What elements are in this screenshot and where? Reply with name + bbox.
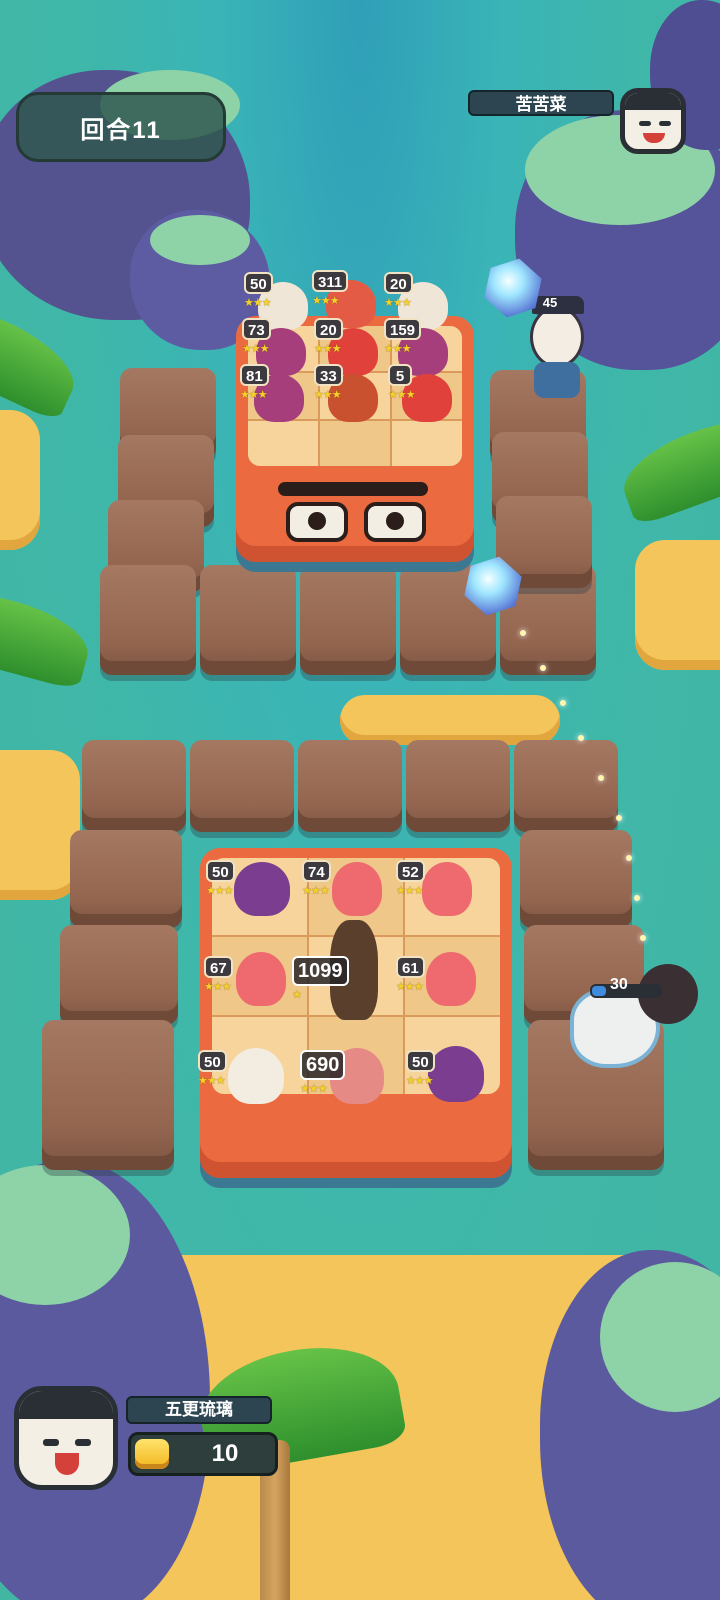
trail-dot [560, 700, 566, 706]
enemy-hp-label: 30 [610, 976, 628, 993]
unit-stars: ★★★ [314, 343, 342, 355]
stone-block [70, 830, 182, 928]
opponent-unit[interactable]: 5 ★★★ [388, 364, 460, 434]
sand-middle [340, 695, 560, 745]
unit-level-badge: 20 [314, 318, 343, 340]
unit-stars: ★★★ [312, 295, 340, 307]
unit-level-badge: 159 [384, 318, 422, 340]
sand-left-mid [0, 750, 80, 900]
stone-block [42, 1020, 174, 1170]
unit-stars: ★★★ [314, 389, 342, 401]
unit-stars: ★★★ [388, 389, 416, 401]
player-unit[interactable]: 52 ★★★ [396, 860, 482, 936]
round-counter: 回合11 [16, 92, 226, 162]
unit-level-badge: 50 [206, 860, 235, 882]
unit-level-badge: 67 [204, 956, 233, 978]
unit-sprite [428, 1046, 484, 1102]
stone-block [190, 740, 294, 832]
unit-stars: ★★★ [384, 343, 412, 355]
opponent-name-plate: 苦苦菜 [468, 90, 614, 116]
player-name-plate: 五更琉璃 [126, 1396, 272, 1424]
stone-block [60, 925, 178, 1025]
trail-dot [626, 855, 632, 861]
trail-dot [578, 735, 584, 741]
gold-amount: 10 [211, 1440, 239, 1467]
unit-level-badge: 50 [198, 1050, 227, 1072]
unit-level-badge: 61 [396, 956, 425, 978]
cap-icon [19, 1391, 113, 1420]
unit-stars: ★★★ [198, 1075, 226, 1087]
rock-top-left-cap-2 [150, 215, 250, 265]
player-unit[interactable]: 690 ★★★ [300, 1048, 386, 1126]
unit-level-badge: 73 [242, 318, 271, 340]
unit-level-badge: 33 [314, 364, 343, 386]
unit-level-badge: 74 [302, 860, 331, 882]
player-unit[interactable]: 67 ★★★ [204, 952, 290, 1032]
board-face-glasses [286, 502, 426, 542]
trail-dot [640, 935, 646, 941]
stone-block [300, 565, 396, 675]
unit-level-badge: 1099 [292, 956, 349, 986]
player-unit[interactable]: 50 ★★★ [198, 1048, 284, 1126]
opponent-unit[interactable]: 81 ★★★ [240, 364, 312, 434]
unit-level-badge: 50 [244, 272, 273, 294]
unit-sprite [422, 862, 472, 916]
unit-sprite [234, 862, 290, 916]
stone-block [514, 740, 618, 832]
player-unit[interactable]: 50 ★★★ [406, 1046, 492, 1126]
trail-dot [634, 895, 640, 901]
unit-stars: ★★★ [396, 885, 424, 897]
player-unit[interactable]: 50 ★★★ [206, 860, 292, 936]
sand-left-top [0, 410, 40, 550]
unit-level-badge: 50 [406, 1050, 435, 1072]
gold-counter: 10 [128, 1432, 278, 1476]
game-scene: 50 ★★★ 311 ★★★ 20 ★★★ 73 ★★★ 20 ★★★ 159 … [0, 0, 720, 1600]
unit-level-badge: 311 [312, 270, 349, 292]
unit-level-badge: 20 [384, 272, 413, 294]
stone-block [298, 740, 402, 832]
unit-stars: ★★★ [244, 297, 272, 309]
unit-stars: ★★★ [240, 389, 268, 401]
trail-dot [616, 815, 622, 821]
trail-dot [540, 665, 546, 671]
player-unit[interactable]: 61 ★★★ [396, 952, 482, 1032]
unit-stars: ★★★ [406, 1075, 434, 1087]
unit-level-badge: 690 [300, 1050, 346, 1080]
unit-stars: ★★★ [302, 885, 330, 897]
unit-stars: ★★★ [396, 981, 424, 993]
stone-block [200, 565, 296, 675]
unit-level-badge: 81 [240, 364, 269, 386]
stone-block [406, 740, 510, 832]
unit-stars: ★★★ [384, 297, 412, 309]
sand-right [635, 540, 720, 670]
trail-dot [520, 630, 526, 636]
unit-stars: ★ [292, 989, 302, 1001]
unit-level-badge: 52 [396, 860, 425, 882]
unit-stars: ★★★ [204, 981, 232, 993]
cap-icon [625, 93, 681, 110]
opponent-avatar[interactable] [620, 88, 686, 154]
opponent-hero-level: 45 [542, 295, 558, 310]
player-unit[interactable]: 1099 ★ [292, 920, 388, 1042]
palm-left-mid [0, 579, 97, 691]
stone-block [520, 830, 632, 928]
trail-dot [598, 775, 604, 781]
unit-stars: ★★★ [206, 885, 234, 897]
unit-sprite [426, 952, 476, 1006]
enemy-creature[interactable]: 30 [540, 964, 700, 1078]
unit-sprite [228, 1048, 284, 1104]
stone-block [100, 565, 196, 675]
palm-right [613, 403, 720, 527]
opponent-unit[interactable]: 33 ★★★ [314, 364, 386, 434]
stone-block [82, 740, 186, 832]
unit-sprite [332, 862, 382, 916]
unit-level-badge: 5 [388, 364, 412, 386]
unit-stars: ★★★ [300, 1083, 328, 1095]
board-face-brow [278, 482, 428, 496]
unit-stars: ★★★ [242, 343, 270, 355]
unit-sprite [236, 952, 286, 1006]
player-avatar[interactable] [14, 1386, 118, 1490]
gold-coin-icon [135, 1439, 169, 1469]
